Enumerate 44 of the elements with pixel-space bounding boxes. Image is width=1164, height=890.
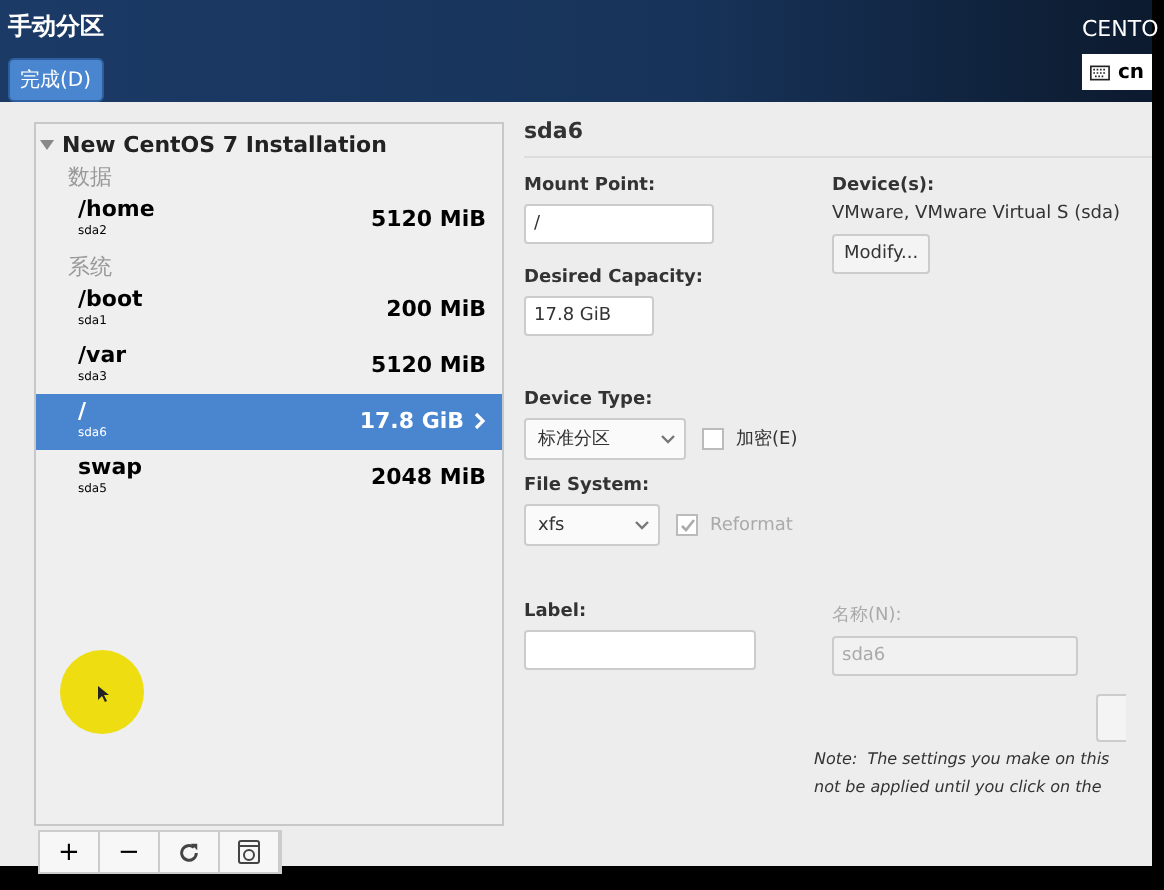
capacity-field[interactable]: 17.8 GiB: [524, 296, 654, 336]
device-list: VMware, VMware Virtual S (sda): [832, 204, 1152, 224]
mount-point: /boot: [78, 286, 143, 312]
checkbox-label: 加密(E): [736, 427, 798, 452]
field-label: Desired Capacity:: [524, 268, 706, 288]
done-button[interactable]: 完成(D): [8, 58, 104, 102]
cursor-highlight-icon: [60, 650, 144, 734]
dropdown-icon: [660, 433, 676, 445]
group-heading: 系统: [66, 252, 114, 282]
partition-title: sda6: [524, 118, 1152, 158]
field-label: File System:: [524, 476, 652, 496]
label-field[interactable]: [524, 630, 756, 670]
modify-button[interactable]: Modify...: [832, 234, 931, 274]
refresh-icon: [178, 841, 200, 863]
chevron-icon: [474, 412, 486, 430]
file-system-dropdown[interactable]: xfs: [524, 504, 660, 546]
partition-size: 17.8 GiB: [359, 408, 464, 434]
window-title: 手动分区: [8, 10, 104, 44]
keyboard-icon: [1090, 63, 1110, 81]
field-label: 名称(N):: [832, 603, 904, 628]
group-heading: 数据: [66, 162, 114, 192]
mount-point: /: [78, 398, 89, 424]
mount-point: swap: [78, 454, 143, 480]
dropdown-icon: [634, 519, 650, 531]
checkbox[interactable]: [702, 428, 724, 450]
field-label: Mount Point:: [524, 176, 658, 196]
mount-point-field[interactable]: /: [524, 204, 714, 244]
partition-size: 5120 MiB: [370, 352, 486, 378]
partition-size: 5120 MiB: [370, 206, 486, 232]
installation-title[interactable]: New CentOS 7 Installation: [62, 132, 387, 158]
field-label: Label:: [524, 602, 589, 622]
partition-size: 2048 MiB: [370, 464, 486, 490]
field-label: Device Type:: [524, 390, 655, 410]
partial-button[interactable]: [1096, 694, 1126, 742]
mount-point: /home: [78, 196, 155, 222]
product-name: CENTO: [1082, 16, 1159, 42]
mount-point: /var: [78, 342, 127, 368]
device-type-dropdown[interactable]: 标准分区: [524, 418, 686, 460]
expander-icon[interactable]: [40, 138, 54, 152]
checkbox-label: Reformat: [710, 515, 793, 535]
partition-size: 200 MiB: [386, 296, 486, 322]
keyboard-layout-button[interactable]: cn: [1082, 54, 1152, 90]
note-text: Note: The settings you make on this not be applied until you click on the: [814, 748, 1110, 800]
field-label: Device(s):: [832, 176, 937, 196]
